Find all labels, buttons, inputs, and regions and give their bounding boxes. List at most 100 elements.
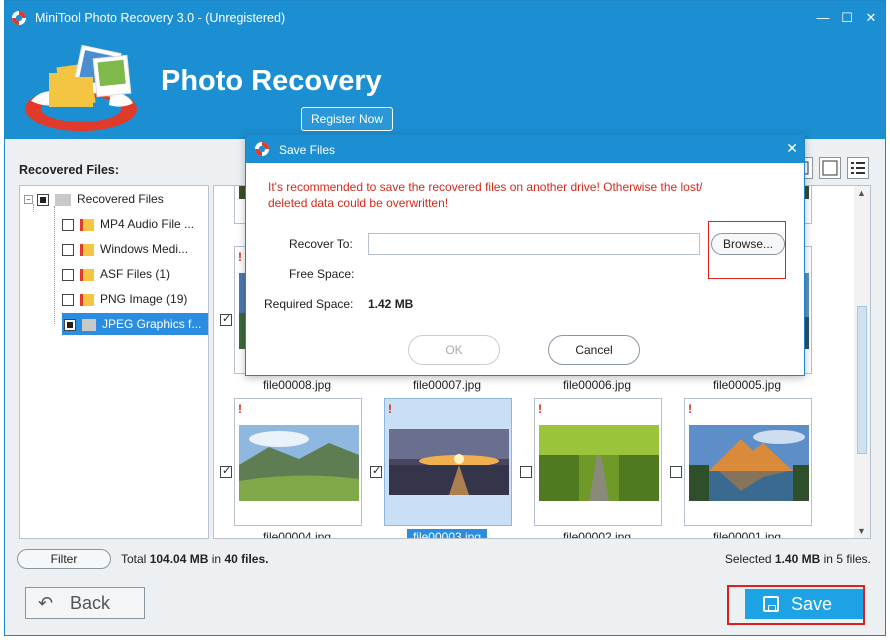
- back-arrow-icon: ↶: [38, 593, 54, 613]
- total-prefix: Total: [121, 552, 147, 566]
- folder-icon: [80, 293, 94, 306]
- cancel-button[interactable]: Cancel: [548, 335, 640, 365]
- page-title: Photo Recovery: [161, 65, 382, 97]
- tree-item-label: MP4 Audio File ...: [100, 217, 195, 231]
- view-list-button[interactable]: [847, 157, 869, 179]
- warning-icon: !: [238, 250, 242, 264]
- tree-item-windows-media[interactable]: Windows Medi...: [62, 238, 188, 260]
- thumbnail-image: [539, 425, 659, 501]
- tree-item-checkbox[interactable]: [62, 218, 74, 231]
- thumbnail-filename: file00004.jpg: [262, 530, 332, 539]
- scroll-down-icon[interactable]: ▼: [857, 526, 866, 536]
- total-size: 104.04 MB: [149, 552, 209, 566]
- tree-item-png[interactable]: PNG Image (19): [62, 288, 187, 310]
- tree-item-label: JPEG Graphics f...: [102, 317, 202, 331]
- thumbnail-image: [239, 425, 359, 501]
- register-now-button[interactable]: Register Now: [301, 107, 393, 131]
- maximize-button[interactable]: ☐: [837, 9, 857, 27]
- folder-icon: [80, 243, 94, 256]
- recover-to-label: Recover To:: [289, 237, 353, 251]
- close-button[interactable]: ✕: [861, 9, 881, 27]
- lifebuoy-icon: [12, 11, 26, 25]
- filter-button[interactable]: Filter: [17, 549, 111, 569]
- folder-icon: [80, 268, 94, 281]
- tree-item-label: ASF Files (1): [100, 267, 171, 281]
- save-files-dialog: Save Files ✕ It's recommended to save th…: [245, 134, 805, 376]
- thumbnail-checkbox[interactable]: [670, 466, 682, 478]
- recover-to-input[interactable]: [368, 233, 700, 255]
- warning-line-1: It's recommended to save the recovered f…: [268, 180, 703, 194]
- thumbnail-checkbox[interactable]: [220, 464, 232, 478]
- dialog-warning: It's recommended to save the recovered f…: [268, 179, 788, 211]
- selected-size: 1.40 MB: [774, 552, 821, 566]
- back-label: Back: [70, 593, 111, 613]
- view-single-button[interactable]: [819, 157, 841, 179]
- thumbnail-filename: file00005.jpg: [712, 378, 782, 392]
- thumbnail-filename: file00006.jpg: [562, 378, 632, 392]
- save-label: Save: [791, 594, 833, 614]
- thumbnail-filename: file00001.jpg: [712, 530, 782, 539]
- warning-icon: !: [238, 402, 242, 416]
- collapse-icon[interactable]: −: [24, 195, 33, 205]
- floppy-disk-icon: [763, 596, 779, 612]
- title-bar: MiniTool Photo Recovery 3.0 - (Unregiste…: [5, 1, 885, 35]
- list-view-icon: [851, 162, 865, 174]
- tree-item-asf[interactable]: ASF Files (1): [62, 263, 170, 285]
- ok-button[interactable]: OK: [408, 335, 500, 365]
- thumbnail-card-file00002[interactable]: !: [534, 398, 662, 526]
- header-banner: Photo Recovery Register Now: [5, 35, 885, 139]
- minimize-button[interactable]: —: [813, 9, 833, 27]
- tree-item-checkbox[interactable]: [64, 318, 76, 331]
- window-title: MiniTool Photo Recovery 3.0 - (Unregiste…: [35, 11, 286, 25]
- thumbnail-filename: file00007.jpg: [412, 378, 482, 392]
- thumbnail-image: [389, 429, 509, 495]
- selected-prefix: Selected: [724, 552, 772, 566]
- selected-summary: Selected 1.40 MB in 5 files.: [725, 552, 871, 566]
- folder-icon: [80, 218, 94, 231]
- thumbnail-filename: file00008.jpg: [262, 378, 332, 392]
- thumbnail-checkbox[interactable]: [370, 464, 382, 478]
- thumbnail-image: [689, 425, 809, 501]
- app-window: MiniTool Photo Recovery 3.0 - (Unregiste…: [4, 0, 886, 636]
- warning-icon: !: [388, 402, 392, 416]
- browse-button[interactable]: Browse...: [711, 233, 785, 255]
- tree-item-checkbox[interactable]: [62, 293, 74, 306]
- required-space-value: 1.42 MB: [368, 297, 414, 311]
- total-count: 40 files.: [224, 552, 269, 566]
- folder-icon: [82, 318, 96, 331]
- tree-connector: [54, 206, 55, 324]
- photo-recovery-logo-icon: [25, 44, 137, 131]
- dialog-close-button[interactable]: ✕: [786, 140, 798, 157]
- warning-icon: !: [538, 402, 542, 416]
- warning-icon: !: [688, 402, 692, 416]
- thumbnail-card-file00001[interactable]: !: [684, 398, 812, 526]
- warning-line-2: deleted data could be overwritten!: [268, 196, 449, 210]
- thumbnail-card-file00004[interactable]: !: [234, 398, 362, 526]
- save-button[interactable]: Save: [745, 589, 863, 619]
- tree-root-label: Recovered Files: [77, 192, 164, 206]
- thumbnail-filename: file00003.jpg: [372, 529, 522, 538]
- tree-item-jpeg[interactable]: JPEG Graphics f...: [62, 313, 208, 335]
- dialog-title-bar: Save Files ✕: [246, 135, 804, 163]
- tree-root-checkbox[interactable]: [37, 193, 49, 206]
- tree-item-checkbox[interactable]: [62, 268, 74, 281]
- drive-icon: [55, 193, 71, 206]
- thumbnail-checkbox[interactable]: [220, 312, 232, 326]
- thumbnail-filename: file00002.jpg: [562, 530, 632, 539]
- scroll-thumb[interactable]: [857, 306, 867, 454]
- free-space-label: Free Space:: [289, 267, 355, 281]
- selected-filename-text: file00003.jpg: [406, 529, 488, 538]
- total-summary: Total 104.04 MB in 40 files.: [121, 552, 268, 566]
- thumbnail-card-file00003[interactable]: !: [384, 398, 512, 526]
- thumbnail-checkbox[interactable]: [520, 466, 532, 478]
- selected-mid: in: [823, 552, 833, 566]
- recovered-files-label: Recovered Files:: [19, 163, 120, 177]
- scroll-up-icon[interactable]: ▲: [857, 188, 866, 198]
- required-space-label: Required Space:: [264, 297, 354, 311]
- tree-item-checkbox[interactable]: [62, 243, 74, 256]
- back-button[interactable]: ↶ Back: [25, 587, 145, 619]
- selected-count: 5 files.: [836, 552, 871, 566]
- vertical-scrollbar[interactable]: ▲ ▼: [854, 186, 870, 538]
- tree-item-mp4[interactable]: MP4 Audio File ...: [62, 213, 194, 235]
- tree-item-root[interactable]: − Recovered Files: [24, 188, 164, 210]
